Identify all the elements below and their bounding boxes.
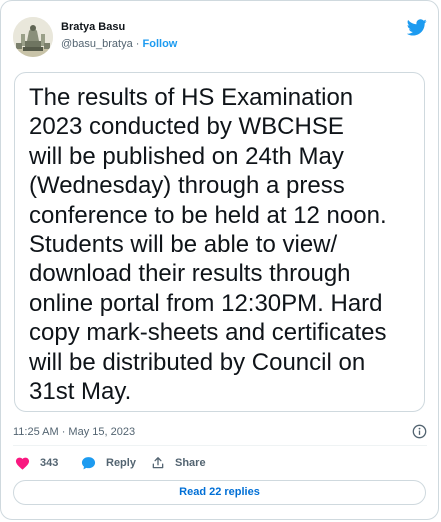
tweet-card: Bratya Basu @basu_bratya · Follow The re… <box>0 0 439 520</box>
tweet-body: The results of HS Examination 2023 condu… <box>14 72 425 412</box>
reply-label: Reply <box>106 457 136 469</box>
tweet-header: Bratya Basu @basu_bratya · Follow <box>13 17 429 57</box>
like-button[interactable]: 343 <box>15 453 58 473</box>
user-handle[interactable]: @basu_bratya <box>61 38 133 50</box>
tweet-text: The results of HS Examination 2023 condu… <box>29 84 387 406</box>
tweet-timestamp[interactable]: 11:25 AM · May 15, 2023 <box>13 426 135 438</box>
follow-link[interactable]: Follow <box>143 38 178 50</box>
share-icon <box>152 457 164 469</box>
reply-button[interactable]: Reply <box>81 453 136 473</box>
speech-bubble-icon <box>81 457 96 470</box>
info-icon[interactable] <box>412 424 427 439</box>
read-replies-button[interactable]: Read 22 replies <box>13 480 426 505</box>
avatar-statue-icon <box>13 17 53 57</box>
display-name[interactable]: Bratya Basu <box>61 20 177 34</box>
heart-icon <box>15 457 30 470</box>
twitter-bird-icon[interactable] <box>407 19 427 36</box>
share-label: Share <box>175 457 206 469</box>
like-count: 343 <box>40 457 59 469</box>
avatar[interactable] <box>13 17 53 57</box>
separator-dot: · <box>135 38 140 50</box>
share-button[interactable]: Share <box>151 453 206 473</box>
tweet-meta: 11:25 AM · May 15, 2023 <box>13 423 427 441</box>
handle-row: @basu_bratya · Follow <box>61 37 177 51</box>
user-info: Bratya Basu @basu_bratya · Follow <box>61 20 177 51</box>
tweet-actions: 343 Reply Share <box>15 453 415 473</box>
divider <box>13 445 427 446</box>
